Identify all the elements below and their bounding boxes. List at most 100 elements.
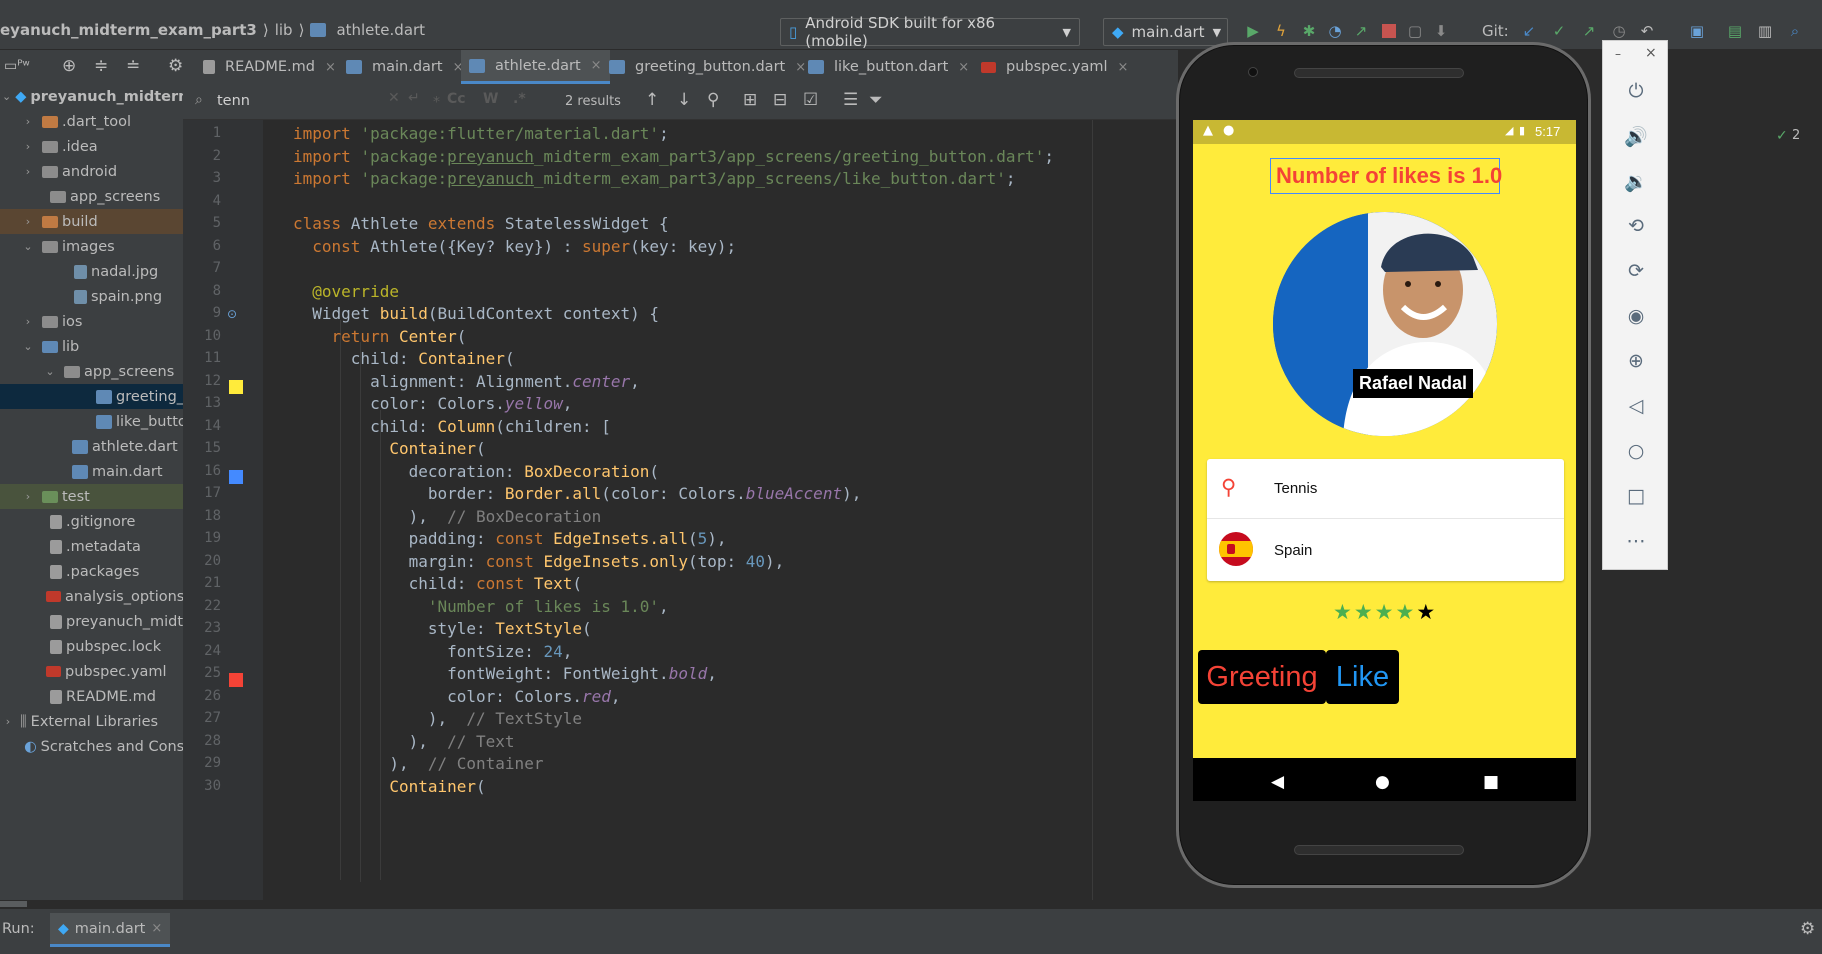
breadcrumb-lib[interactable]: lib [275, 21, 293, 39]
back-icon[interactable]: ◁ [1624, 394, 1648, 418]
regex-icon[interactable]: ⁎ [433, 90, 440, 106]
tab-like-button[interactable]: like_button.dart × [800, 50, 977, 84]
tree-item-main-dart[interactable]: main.dart [0, 459, 183, 484]
greeting-button[interactable]: Greeting [1198, 650, 1326, 704]
list-item-sport[interactable]: ⚲ Tennis [1207, 459, 1564, 519]
device-manager-icon[interactable]: ▢ [1406, 22, 1424, 40]
options-icon[interactable]: ☰ [843, 90, 858, 110]
collapse-all-icon[interactable]: ≐ [126, 56, 140, 76]
search-input[interactable]: tenn [217, 93, 250, 109]
project-structure-icon[interactable]: ▣ [1688, 22, 1706, 40]
color-swatch-blue[interactable] [229, 470, 243, 484]
tree-item-build[interactable]: › build [0, 209, 183, 234]
remove-occurrence-icon[interactable]: ⊟ [773, 90, 787, 110]
device-selector[interactable]: ▯ Android SDK built for x86 (mobile) ▼ [780, 14, 1080, 50]
zoom-icon[interactable]: ⊕ [1624, 349, 1648, 373]
override-marker-icon[interactable]: ⊙ [227, 307, 237, 321]
rotate-left-icon[interactable]: ⟲ [1624, 214, 1648, 238]
attach-icon[interactable]: ↗ [1352, 22, 1370, 40]
tree-item-test[interactable]: › test [0, 484, 183, 509]
list-item-country[interactable]: Spain [1207, 520, 1564, 580]
recents-icon[interactable]: ■ [1483, 772, 1499, 792]
tree-item-gitignore[interactable]: .gitignore [0, 509, 183, 534]
history-icon[interactable]: ↵ [408, 90, 420, 106]
tree-item-android[interactable]: › android [0, 159, 183, 184]
tree-item-app-screens-root[interactable]: app_screens [0, 184, 183, 209]
run-config-selector[interactable]: ◆ main.dart ▼ [1103, 18, 1228, 46]
tree-item-images[interactable]: ⌄ images [0, 234, 183, 259]
debug-icon[interactable]: ✱ [1300, 22, 1318, 40]
git-rollback-icon[interactable]: ↶ [1638, 22, 1656, 40]
like-button[interactable]: Like [1326, 650, 1399, 704]
color-swatch-yellow[interactable] [229, 380, 243, 394]
tree-item-metadata[interactable]: .metadata [0, 534, 183, 559]
select-all-occurrences-icon[interactable]: ☑ [803, 90, 818, 110]
gear-icon[interactable]: ⚙ [168, 56, 183, 76]
gear-icon[interactable]: ⚙ [1800, 919, 1815, 939]
tree-item-external-libraries[interactable]: › ⫼ External Libraries [0, 709, 183, 734]
power-icon[interactable]: ⏻ [1624, 79, 1648, 103]
inspection-ok-icon[interactable]: ✓ [1776, 128, 1788, 144]
tree-item-packages[interactable]: .packages [0, 559, 183, 584]
tree-item-spain-png[interactable]: spain.png [0, 284, 183, 309]
tree-item-app-screens[interactable]: ⌄ app_screens [0, 359, 183, 384]
layout-inspector-icon[interactable]: ▥ [1756, 22, 1774, 40]
breadcrumb-file[interactable]: athlete.dart [336, 21, 425, 39]
hot-reload-icon[interactable]: ϟ [1272, 22, 1290, 40]
add-occurrence-icon[interactable]: ⊞ [743, 90, 757, 110]
run-icon[interactable]: ▶ [1244, 22, 1262, 40]
tab-pubspec-yaml[interactable]: pubspec.yaml × [973, 50, 1136, 84]
git-history-icon[interactable]: ◷ [1610, 22, 1628, 40]
git-update-icon[interactable]: ↙ [1520, 22, 1538, 40]
tab-main-dart[interactable]: main.dart × [338, 50, 471, 84]
tree-item-root[interactable]: ⌄ ◆ preyanuch_midterm [0, 84, 183, 109]
camera-icon[interactable]: ◉ [1624, 304, 1648, 328]
tab-greeting-button[interactable]: greeting_button.dart × [601, 50, 814, 84]
match-case-icon[interactable]: Cc [447, 91, 466, 107]
tab-athlete-dart[interactable]: athlete.dart × [461, 50, 610, 84]
tree-item-lib[interactable]: ⌄ lib [0, 334, 183, 359]
clear-icon[interactable]: ✕ [388, 90, 400, 106]
git-push-icon[interactable]: ↗ [1580, 22, 1598, 40]
prev-occurrence-icon[interactable]: ↑ [645, 90, 659, 110]
git-commit-icon[interactable]: ✓ [1550, 22, 1568, 40]
home-icon[interactable]: ● [1375, 772, 1390, 792]
close-icon[interactable]: × [325, 60, 336, 75]
next-occurrence-icon[interactable]: ↓ [677, 90, 691, 110]
tree-item-scratches[interactable]: ◐ Scratches and Conso [0, 734, 183, 759]
locate-icon[interactable]: ⊕ [62, 56, 76, 76]
profile-icon[interactable]: ◔ [1326, 22, 1344, 40]
stop-icon[interactable] [1380, 22, 1398, 40]
tree-item-analysis-options[interactable]: analysis_options.y [0, 584, 183, 609]
volume-down-icon[interactable]: 🔉 [1624, 169, 1648, 193]
tree-item-idea[interactable]: › .idea [0, 134, 183, 159]
pin-icon[interactable]: ⚲ [707, 90, 719, 110]
horizontal-scrollbar[interactable] [0, 900, 1822, 908]
search-everywhere-icon[interactable]: ⌕ [1786, 22, 1804, 40]
tree-item-ios[interactable]: › ios [0, 309, 183, 334]
expand-all-icon[interactable]: ≑ [94, 56, 108, 76]
close-icon[interactable]: × [958, 60, 969, 75]
close-icon[interactable]: × [1117, 60, 1128, 75]
back-icon[interactable]: ◀ [1271, 772, 1284, 792]
tab-readme[interactable]: README.md × [195, 50, 344, 84]
tree-item-nadal-jpg[interactable]: nadal.jpg [0, 259, 183, 284]
device-file-explorer-icon[interactable]: ▤ [1726, 22, 1744, 40]
more-icon[interactable]: ⋯ [1624, 529, 1648, 553]
words-icon[interactable]: W [483, 91, 498, 107]
breadcrumb-project[interactable]: eyanuch_midterm_exam_part3 [0, 21, 257, 39]
tree-item-greeting-button[interactable]: greeting_b [0, 384, 183, 409]
minimize-button[interactable]: – [1615, 47, 1621, 61]
close-icon[interactable]: × [151, 921, 162, 936]
project-view-icon[interactable]: ▭ᴾʷ [4, 58, 30, 74]
tree-item-athlete-dart[interactable]: athlete.dart [0, 434, 183, 459]
tree-item-iml[interactable]: preyanuch_midte [0, 609, 183, 634]
tree-item-readme[interactable]: README.md [0, 684, 183, 709]
overview-icon[interactable]: □ [1624, 484, 1648, 508]
tree-item-dart-tool[interactable]: › .dart_tool [0, 109, 183, 134]
run-tab-main-dart[interactable]: ◆ main.dart × [50, 913, 171, 947]
tree-item-like-button[interactable]: like_buttor [0, 409, 183, 434]
sdk-manager-icon[interactable]: ⬇ [1432, 22, 1450, 40]
volume-up-icon[interactable]: 🔊 [1624, 124, 1648, 148]
device-screen[interactable]: ▲ ● ◢ ▮ 5:17 Number of likes is 1.0 Rafa… [1193, 120, 1576, 801]
